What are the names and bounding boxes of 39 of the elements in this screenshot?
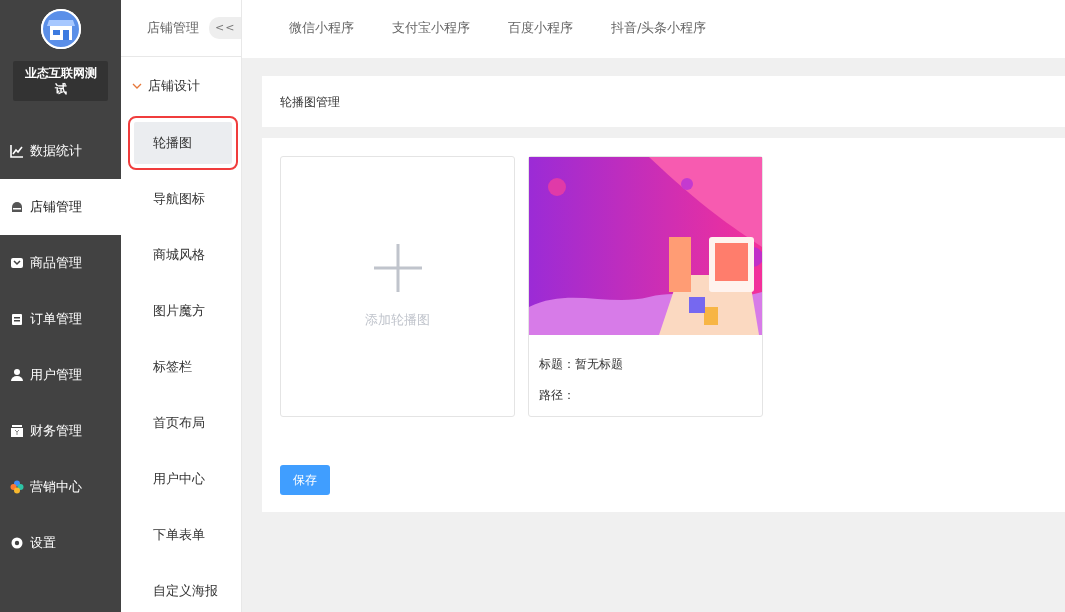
panel-title: 轮播图管理 (280, 93, 340, 111)
sidebar-item[interactable]: 商品管理 (0, 235, 121, 291)
plus-icon (373, 243, 422, 292)
submenu-item[interactable]: 用户中心 (153, 469, 205, 489)
tab[interactable]: 抖音/头条小程序 (592, 8, 726, 50)
banner-path: 路径： (539, 387, 576, 404)
submenu-group[interactable]: 店铺设计 (121, 57, 241, 115)
tab[interactable]: 支付宝小程序 (373, 8, 489, 50)
submenu-title: 店铺管理 (147, 19, 199, 38)
wallet-icon (10, 424, 24, 438)
chart-icon (10, 144, 24, 158)
sidebar-item[interactable]: 订单管理 (0, 291, 121, 347)
clipboard-icon (10, 312, 24, 326)
sidebar-item[interactable]: 设置 (0, 515, 121, 571)
settings-icon (10, 536, 24, 550)
store-name: 业态互联网测试 (13, 61, 108, 101)
submenu-item[interactable]: 首页布局 (153, 413, 205, 433)
submenu-item[interactable]: 导航图标 (153, 189, 205, 209)
tab[interactable]: 百度小程序 (489, 8, 592, 50)
submenu-item[interactable]: 自定义海报 (153, 581, 218, 601)
sidebar-item[interactable]: 店铺管理 (0, 179, 121, 235)
sidebar-item[interactable]: 营销中心 (0, 459, 121, 515)
collapse-button[interactable]: << (209, 16, 242, 40)
submenu-item[interactable]: 图片魔方 (153, 301, 205, 321)
house-icon (10, 200, 24, 214)
user-icon (10, 368, 24, 382)
chevron-icon (132, 81, 142, 91)
envelope-icon (10, 256, 24, 270)
submenu-item[interactable]: 下单表单 (153, 525, 205, 545)
banner-title: 标题：暂无标题 (539, 356, 624, 373)
add-banner-label: 添加轮播图 (365, 310, 430, 329)
submenu-item[interactable]: 商城风格 (153, 245, 205, 265)
sidebar-item[interactable]: 财务管理 (0, 403, 121, 459)
tab[interactable]: 微信小程序 (270, 8, 373, 50)
petals-icon (10, 480, 24, 494)
shop-logo-icon (40, 9, 81, 49)
sidebar-item[interactable]: 数据统计 (0, 123, 121, 179)
submenu-item[interactable]: 标签栏 (153, 357, 192, 377)
sidebar-item[interactable]: 用户管理 (0, 347, 121, 403)
